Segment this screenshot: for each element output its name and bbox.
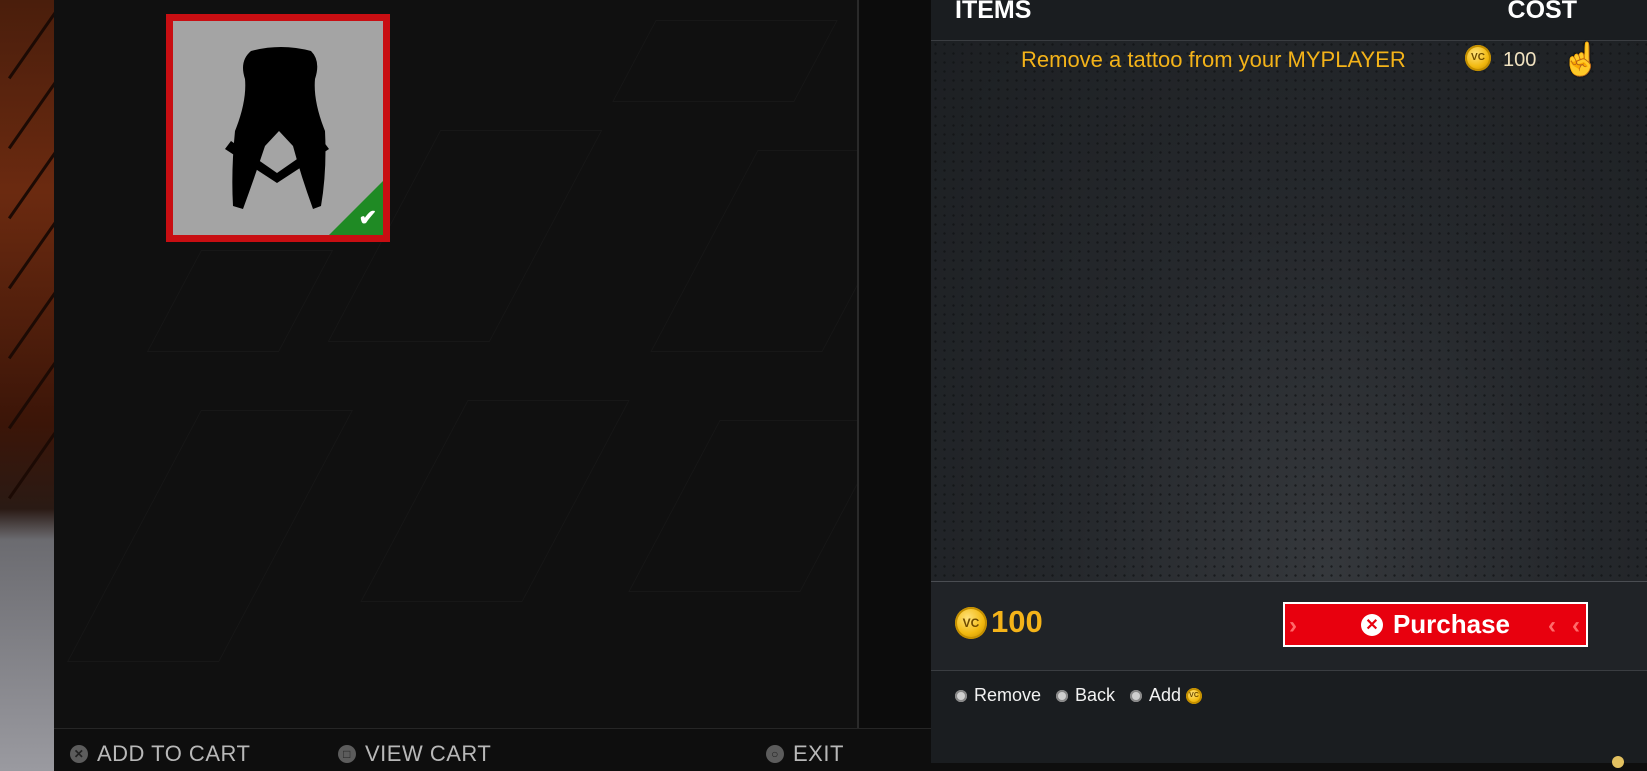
exit-button[interactable]: ○ EXIT [766, 739, 844, 769]
purchase-button[interactable]: › ✕ Purchase ‹ ‹ [1283, 602, 1588, 647]
vc-coin-icon: VC [1465, 45, 1491, 71]
view-cart-label: VIEW CART [365, 741, 492, 766]
triangle-button-icon [1130, 689, 1142, 702]
cart-panel: ITEMS COST Remove a tattoo from your MYP… [931, 0, 1647, 763]
purchase-label: Purchase [1392, 609, 1511, 639]
add-to-cart-label: ADD TO CART [97, 741, 251, 766]
cart-total-amount: 100 [991, 604, 1043, 639]
cart-header: ITEMS COST [931, 0, 1647, 41]
vc-coin-icon: VC [955, 607, 987, 639]
background-scenery [0, 0, 63, 771]
exit-label: EXIT [793, 741, 844, 766]
screen: ✔ ✕ ADD TO CART □ VIEW CART ○ EXIT ITEMS… [0, 0, 1647, 771]
vc-coin-icon: VC [1186, 687, 1203, 704]
checkmark-icon: ✔ [358, 205, 377, 230]
square-button-icon: □ [338, 745, 356, 763]
back-control[interactable]: Back [1056, 685, 1115, 706]
tattoo-tile-image: ✔ [173, 21, 383, 235]
cart-item-description: Remove a tattoo from your MYPLAYER [1021, 47, 1406, 72]
add-to-cart-button[interactable]: ✕ ADD TO CART [70, 739, 250, 769]
view-cart-button[interactable]: □ VIEW CART [338, 739, 491, 769]
cart-item-row[interactable]: Remove a tattoo from your MYPLAYER VC 10… [931, 40, 1647, 80]
pointer-hand-cursor-icon: ☝ [1561, 41, 1601, 77]
cart-total-area: VC 100 › ✕ Purchase ‹ ‹ [931, 581, 1647, 670]
tattoo-tile-selected[interactable]: ✔ [166, 14, 390, 242]
add-vc-control[interactable]: Add VC [1130, 685, 1203, 706]
chevron-left-icon: ‹ [1572, 612, 1580, 639]
items-column-header: ITEMS [955, 0, 1032, 24]
circle-button-icon [1056, 689, 1068, 702]
chevron-left-icon: ‹ [1548, 612, 1556, 639]
add-label: Add [1149, 685, 1182, 705]
tattoo-grid-panel: ✔ [54, 0, 859, 728]
cross-button-icon: ✕ [70, 745, 88, 763]
cart-item-cost: 100 [1503, 49, 1537, 71]
back-label: Back [1075, 685, 1116, 705]
circle-button-icon: ○ [766, 745, 784, 763]
square-button-icon [955, 689, 967, 702]
cost-column-header: COST [1507, 0, 1577, 24]
cross-button-icon: ✕ [1360, 613, 1383, 636]
chevron-right-icon: › [1289, 612, 1297, 639]
cart-background-pattern [931, 40, 1647, 628]
corner-figure [1612, 756, 1624, 768]
cart-controls-bar: Remove Back Add VC [931, 670, 1647, 763]
remove-label: Remove [974, 685, 1042, 705]
remove-control[interactable]: Remove [955, 685, 1041, 706]
